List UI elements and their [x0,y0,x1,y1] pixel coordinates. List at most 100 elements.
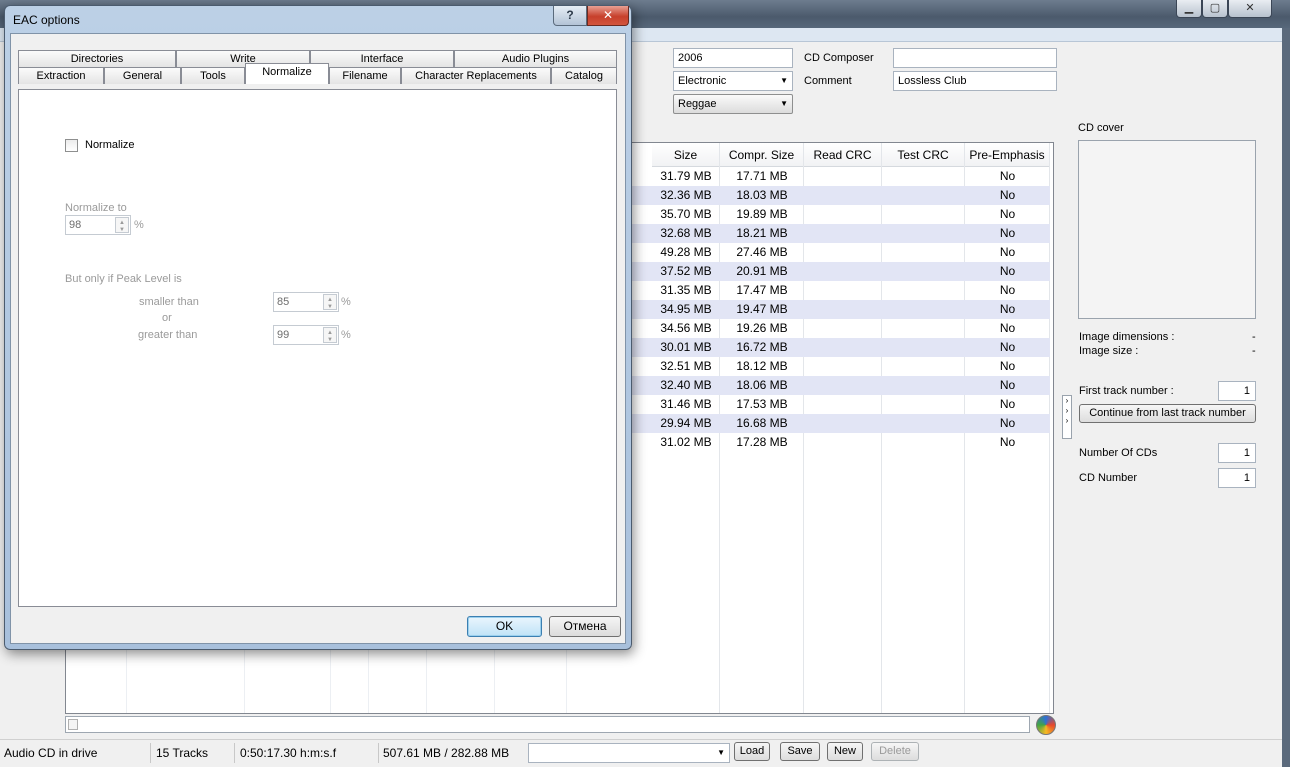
cd-number-input[interactable]: 1 [1218,468,1256,488]
table-cell-test-crc [882,224,965,243]
table-cell-read-crc [804,243,882,262]
expand-panel-handle[interactable]: › › › [1062,395,1072,439]
comment-input[interactable]: Lossless Club [893,71,1057,91]
table-cell-compr: 18.03 MB [736,188,788,202]
peak-level-label: But only if Peak Level is [65,273,182,285]
table-cell-pre-emphasis: No [999,397,1016,411]
profile-select[interactable]: ▼ [528,743,730,763]
table-cell-test-crc [882,243,965,262]
eac-options-dialog: EAC options ? ✕ Directories Write Interf… [4,5,632,650]
tab-general[interactable]: General [104,67,181,84]
spin-down-icon: ▼ [327,304,333,310]
table-cell-read-crc [804,186,882,205]
comment-label: Comment [804,75,852,87]
continue-track-button[interactable]: Continue from last track number [1079,404,1256,423]
genre-select[interactable]: Electronic ▼ [673,71,793,91]
spin-down-icon: ▼ [119,227,125,233]
table-cell-compr: 19.26 MB [736,321,788,335]
cancel-button[interactable]: Отмена [549,616,621,637]
cd-composer-input[interactable] [893,48,1057,68]
genre-alt-select[interactable]: Reggae ▼ [673,94,793,114]
table-cell-compr: 27.46 MB [736,245,788,259]
ok-button[interactable]: OK [467,616,542,637]
smaller-than-label: smaller than [139,296,199,308]
smaller-than-input[interactable]: 85 ▲ ▼ [273,292,339,312]
tab-normalize[interactable]: Normalize [245,63,329,84]
table-cell-test-crc [882,167,965,186]
year-input[interactable]: 2006 [673,48,793,68]
table-cell-test-crc [882,433,965,452]
maximize-button[interactable]: ▢ [1202,0,1228,18]
table-cell-size: 34.95 MB [660,302,712,316]
new-button[interactable]: New [827,742,863,761]
dialog-close-button[interactable]: ✕ [587,6,629,26]
image-size-label: Image size : [1079,345,1139,357]
column-header[interactable]: Pre-Emphasis [965,143,1050,167]
cd-cover-image[interactable] [1078,140,1256,319]
table-cell-test-crc [882,205,965,224]
first-track-input[interactable]: 1 [1218,381,1256,401]
status-bar: Audio CD in drive 15 Tracks 0:50:17.30 h… [0,739,1282,767]
table-cell-read-crc [804,224,882,243]
tab-filename[interactable]: Filename [329,67,401,84]
table-cell-compr: 17.47 MB [736,283,788,297]
load-button[interactable]: Load [734,742,770,761]
tab-character-replacements[interactable]: Character Replacements [401,67,551,84]
delete-button[interactable]: Delete [871,742,919,761]
table-cell-read-crc [804,300,882,319]
tab-extraction[interactable]: Extraction [18,67,104,84]
greater-than-spinner[interactable]: ▲ ▼ [323,327,337,343]
table-cell-compr: 16.68 MB [736,416,788,430]
save-button[interactable]: Save [780,742,820,761]
smaller-than-percent: % [341,296,351,308]
cd-cover-label: CD cover [1078,122,1124,134]
dialog-client-area: Directories Write Interface Audio Plugin… [10,33,626,644]
horizontal-scrollbar[interactable] [65,716,1030,733]
image-size-value: - [1252,345,1256,357]
disc-icon[interactable] [1036,715,1056,735]
smaller-than-value: 85 [277,296,290,308]
table-cell-pre-emphasis: No [999,435,1016,449]
spin-down-icon: ▼ [327,337,333,343]
minimize-button[interactable]: ▁ [1176,0,1202,18]
tab-audio-plugins[interactable]: Audio Plugins [454,50,617,67]
normalize-to-spinner[interactable]: ▲ ▼ [115,217,129,233]
table-cell-size: 32.36 MB [660,188,712,202]
table-cell-size: 30.01 MB [660,340,712,354]
smaller-than-spinner[interactable]: ▲ ▼ [323,294,337,310]
normalize-to-label: Normalize to [65,202,127,214]
drive-status: Audio CD in drive [4,746,98,760]
tab-catalog[interactable]: Catalog [551,67,617,84]
column-header[interactable]: Compr. Size [720,143,804,167]
column-header[interactable]: Size [652,143,720,167]
table-cell-test-crc [882,281,965,300]
number-of-cds-input[interactable]: 1 [1218,443,1256,463]
normalize-checkbox[interactable] [65,139,78,152]
greater-than-input[interactable]: 99 ▲ ▼ [273,325,339,345]
table-cell-compr: 18.12 MB [736,359,788,373]
total-duration: 0:50:17.30 h:m:s.f [240,746,337,760]
spin-up-icon: ▲ [327,297,333,303]
table-cell-test-crc [882,395,965,414]
table-cell-size: 31.02 MB [660,435,712,449]
tab-tools[interactable]: Tools [181,67,245,84]
scrollbar-thumb[interactable] [68,719,78,730]
table-cell-read-crc [804,376,882,395]
help-button[interactable]: ? [553,6,587,26]
table-cell-test-crc [882,262,965,281]
normalize-checkbox-label: Normalize [85,139,135,151]
tab-directories[interactable]: Directories [18,50,176,67]
table-cell-read-crc [804,414,882,433]
image-dimensions-value: - [1252,331,1256,343]
table-cell-compr: 17.28 MB [736,435,788,449]
table-cell-size: 29.94 MB [660,416,712,430]
normalize-to-input[interactable]: 98 ▲ ▼ [65,215,131,235]
tab-interface[interactable]: Interface [310,50,454,67]
table-cell-pre-emphasis: No [999,226,1016,240]
table-cell-pre-emphasis: No [999,169,1016,183]
table-cell-read-crc [804,319,882,338]
column-header[interactable]: Read CRC [804,143,882,167]
table-cell-size: 31.46 MB [660,397,712,411]
column-header[interactable]: Test CRC [882,143,965,167]
close-button[interactable]: ✕ [1228,0,1272,18]
